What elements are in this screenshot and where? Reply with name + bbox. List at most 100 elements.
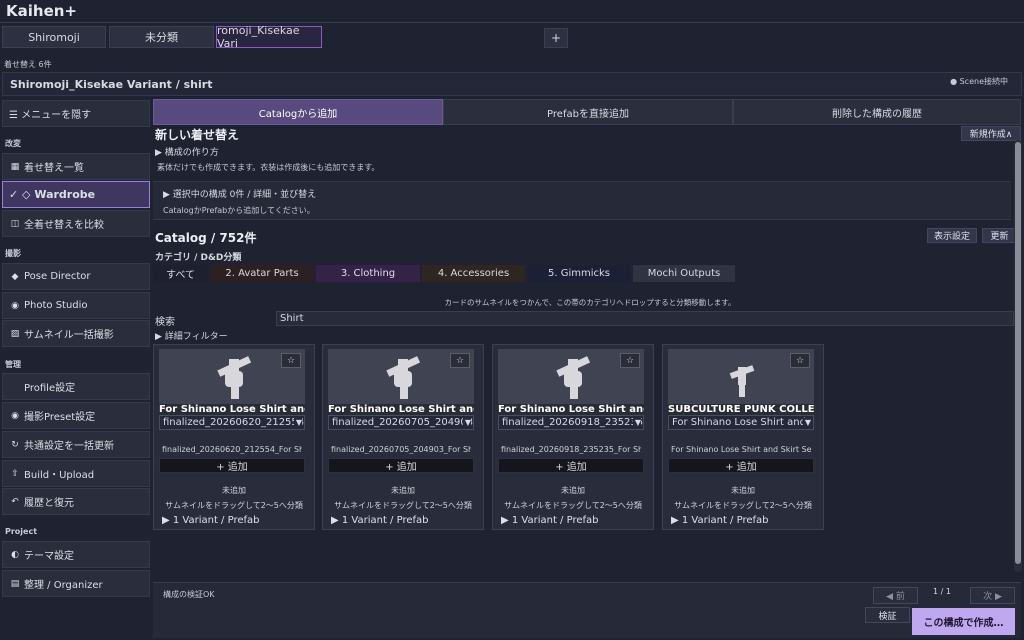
catalog-card: For Shinano Lose Shirt and ☆ finalized_2… bbox=[153, 344, 315, 530]
sidebar-item-compare[interactable]: ◫ 全着せ替えを比較 bbox=[2, 210, 150, 237]
variant-prefab-toggle[interactable]: ▶ 1 Variant / Prefab bbox=[501, 515, 599, 526]
sidebar-item-label: 全着せ替えを比較 bbox=[24, 220, 104, 231]
card-thumbnail-title: SUBCULTURE PUNK COLLE bbox=[668, 404, 814, 415]
add-button[interactable]: + 追加 bbox=[328, 458, 474, 473]
category-avatar-parts[interactable]: 2. Avatar Parts bbox=[211, 265, 313, 282]
prev-page-button[interactable]: ◀ 前 bbox=[873, 587, 918, 604]
upload-icon: ⇧ bbox=[11, 468, 19, 479]
category-label: カテゴリ / D&D分類 bbox=[155, 253, 242, 263]
card-item-name: For Shinano Lose Shirt and Skirt Set. bbox=[671, 445, 811, 454]
refresh-button[interactable]: 更新 bbox=[982, 228, 1017, 243]
sidebar-item-label: サムネイル一括撮影 bbox=[24, 330, 114, 341]
selected-toggle[interactable]: ▶ 選択中の構成 0件 / 詳細・並び替え bbox=[163, 187, 316, 200]
page-indicator: 1 / 1 bbox=[933, 587, 951, 596]
scrollbar-thumb[interactable] bbox=[1015, 142, 1021, 564]
category-accessories[interactable]: 4. Accessories bbox=[422, 265, 525, 282]
variant-prefab-toggle[interactable]: ▶ 1 Variant / Prefab bbox=[162, 515, 260, 526]
card-drag-hint: サムネイルをドラッグして2〜5へ分類 bbox=[674, 501, 812, 510]
sidebar-item-label: ✓ ◇ Wardrobe bbox=[9, 188, 96, 201]
variant-select[interactable]: finalized_20260620_212554_ ▼ bbox=[159, 415, 305, 430]
chevron-down-icon: ▼ bbox=[462, 418, 471, 427]
category-all[interactable]: すべて bbox=[153, 265, 208, 282]
card-status: 未追加 bbox=[731, 486, 755, 495]
sidebar-item-bulk-update[interactable]: ↻ 共通設定を一括更新 bbox=[2, 431, 150, 458]
variant-prefab-toggle[interactable]: ▶ 1 Variant / Prefab bbox=[671, 515, 769, 526]
category-gimmicks[interactable]: 5. Gimmicks bbox=[528, 265, 630, 282]
variant-select[interactable]: finalized_20260918_235235_ ▼ bbox=[498, 415, 644, 430]
variant-select[interactable]: finalized_20260705_204903_ ▼ bbox=[328, 415, 474, 430]
hide-menu-button[interactable]: ☰ メニューを隠す bbox=[2, 100, 150, 127]
card-thumbnail[interactable]: For Shinano Lose Shirt and ☆ bbox=[498, 349, 644, 417]
new-create-toggle[interactable]: 新規作成∧ bbox=[961, 126, 1021, 141]
add-button[interactable]: + 追加 bbox=[159, 458, 305, 473]
tab-deleted-history[interactable]: 削除した構成の履歴 bbox=[733, 99, 1021, 125]
display-settings-button[interactable]: 表示設定 bbox=[927, 228, 977, 243]
list-icon: ▦ bbox=[10, 161, 20, 172]
add-button[interactable]: + 追加 bbox=[498, 458, 644, 473]
camera-icon: ◉ bbox=[11, 300, 19, 311]
theme-icon: ◐ bbox=[11, 549, 19, 560]
catalog-title: Catalog / 752件 bbox=[155, 231, 257, 245]
title-divider bbox=[0, 22, 1024, 23]
sidebar-item-organizer[interactable]: ▤ 整理 / Organizer bbox=[2, 570, 150, 597]
favorite-star-icon[interactable]: ☆ bbox=[281, 353, 301, 368]
sidebar-item-thumbnail-batch[interactable]: ▨ サムネイル一括撮影 bbox=[2, 320, 150, 347]
sidebar-item-theme[interactable]: ◐ テーマ設定 bbox=[2, 541, 150, 568]
catalog-card: SUBCULTURE PUNK COLLE ☆ For Shinano Lose… bbox=[662, 344, 824, 530]
sidebar-item-build-upload[interactable]: ⇧ Build・Upload bbox=[2, 460, 150, 487]
add-tab-button[interactable]: + bbox=[544, 28, 568, 48]
sidebar-item-wardrobe[interactable]: ✓ ◇ Wardrobe bbox=[2, 181, 150, 208]
sidebar-item-profile[interactable]: Profile設定 bbox=[2, 373, 150, 400]
folder-icon: ▤ bbox=[10, 578, 20, 589]
card-thumbnail-title: For Shinano Lose Shirt and bbox=[328, 404, 474, 415]
tab-kisekae-variant[interactable]: romoji_Kisekae Vari bbox=[216, 24, 322, 50]
chevron-down-icon: ▼ bbox=[802, 418, 811, 427]
catalog-card: For Shinano Lose Shirt and ☆ finalized_2… bbox=[322, 344, 484, 530]
favorite-star-icon[interactable]: ☆ bbox=[790, 353, 810, 368]
category-clothing[interactable]: 3. Clothing bbox=[316, 265, 420, 282]
restore-icon: ↶ bbox=[11, 496, 19, 507]
search-input[interactable]: Shirt bbox=[276, 311, 1014, 326]
sidebar-item-label: 履歴と復元 bbox=[24, 498, 74, 509]
sidebar-item-history[interactable]: ↶ 履歴と復元 bbox=[2, 488, 150, 515]
favorite-star-icon[interactable]: ☆ bbox=[450, 353, 470, 368]
chevron-down-icon: ▼ bbox=[632, 418, 641, 427]
favorite-star-icon[interactable]: ☆ bbox=[620, 353, 640, 368]
hide-menu-label: ☰ メニューを隠す bbox=[9, 110, 92, 121]
category-mochi-outputs[interactable]: Mochi Outputs bbox=[633, 265, 735, 282]
card-thumbnail[interactable]: For Shinano Lose Shirt and ☆ bbox=[328, 349, 474, 417]
variant-select[interactable]: For Shinano Lose Shirt and ▼ bbox=[668, 415, 814, 430]
section-photo: 撮影 bbox=[5, 249, 21, 258]
card-thumbnail[interactable]: SUBCULTURE PUNK COLLE ☆ bbox=[668, 349, 814, 417]
variant-select-value: finalized_20260705_204903_ bbox=[332, 417, 474, 428]
sidebar-item-pose-director[interactable]: ◆ Pose Director bbox=[2, 263, 150, 290]
sidebar-item-label: Pose Director bbox=[24, 271, 91, 282]
create-outfit-button[interactable]: この構成で作成… bbox=[912, 608, 1015, 635]
tab-shiromoji[interactable]: Shiromoji bbox=[2, 26, 106, 48]
tab-unclassified[interactable]: 未分類 bbox=[109, 26, 214, 48]
refresh-icon: ↻ bbox=[11, 439, 19, 450]
new-outfit-title: 新しい着せ替え bbox=[155, 128, 240, 142]
sidebar-item-label: 整理 / Organizer bbox=[24, 580, 103, 591]
sidebar-item-outfit-list[interactable]: ▦ 着せ替え一覧 bbox=[2, 153, 150, 180]
app-title: Kaihen+ bbox=[6, 2, 77, 20]
sidebar-item-shoot-preset[interactable]: ◉ 撮影Preset設定 bbox=[2, 402, 150, 429]
compare-icon: ◫ bbox=[10, 218, 20, 229]
sidebar-item-label: 撮影Preset設定 bbox=[24, 412, 96, 423]
sidebar-item-label: 共通設定を一括更新 bbox=[24, 441, 114, 452]
advanced-filter-toggle[interactable]: ▶ 詳細フィルター bbox=[155, 329, 228, 342]
card-thumbnail[interactable]: For Shinano Lose Shirt and ☆ bbox=[159, 349, 305, 417]
sidebar-item-photo-studio[interactable]: ◉ Photo Studio bbox=[2, 292, 150, 319]
how-to-toggle[interactable]: ▶ 構成の作り方 bbox=[155, 145, 219, 158]
tab-add-from-catalog[interactable]: Catalogから追加 bbox=[153, 99, 443, 125]
chevron-down-icon: ▼ bbox=[293, 418, 302, 427]
variant-prefab-toggle[interactable]: ▶ 1 Variant / Prefab bbox=[331, 515, 429, 526]
next-page-button[interactable]: 次 ▶ bbox=[970, 587, 1015, 604]
sidebar-item-label: Photo Studio bbox=[24, 300, 88, 311]
add-button[interactable]: + 追加 bbox=[668, 458, 814, 473]
card-thumbnail-title: For Shinano Lose Shirt and bbox=[159, 404, 305, 415]
sidebar-item-label: テーマ設定 bbox=[24, 551, 74, 562]
image-icon: ▨ bbox=[10, 328, 20, 339]
tab-add-prefab[interactable]: Prefabを直接追加 bbox=[443, 99, 733, 125]
verify-button[interactable]: 検証 bbox=[865, 607, 910, 623]
